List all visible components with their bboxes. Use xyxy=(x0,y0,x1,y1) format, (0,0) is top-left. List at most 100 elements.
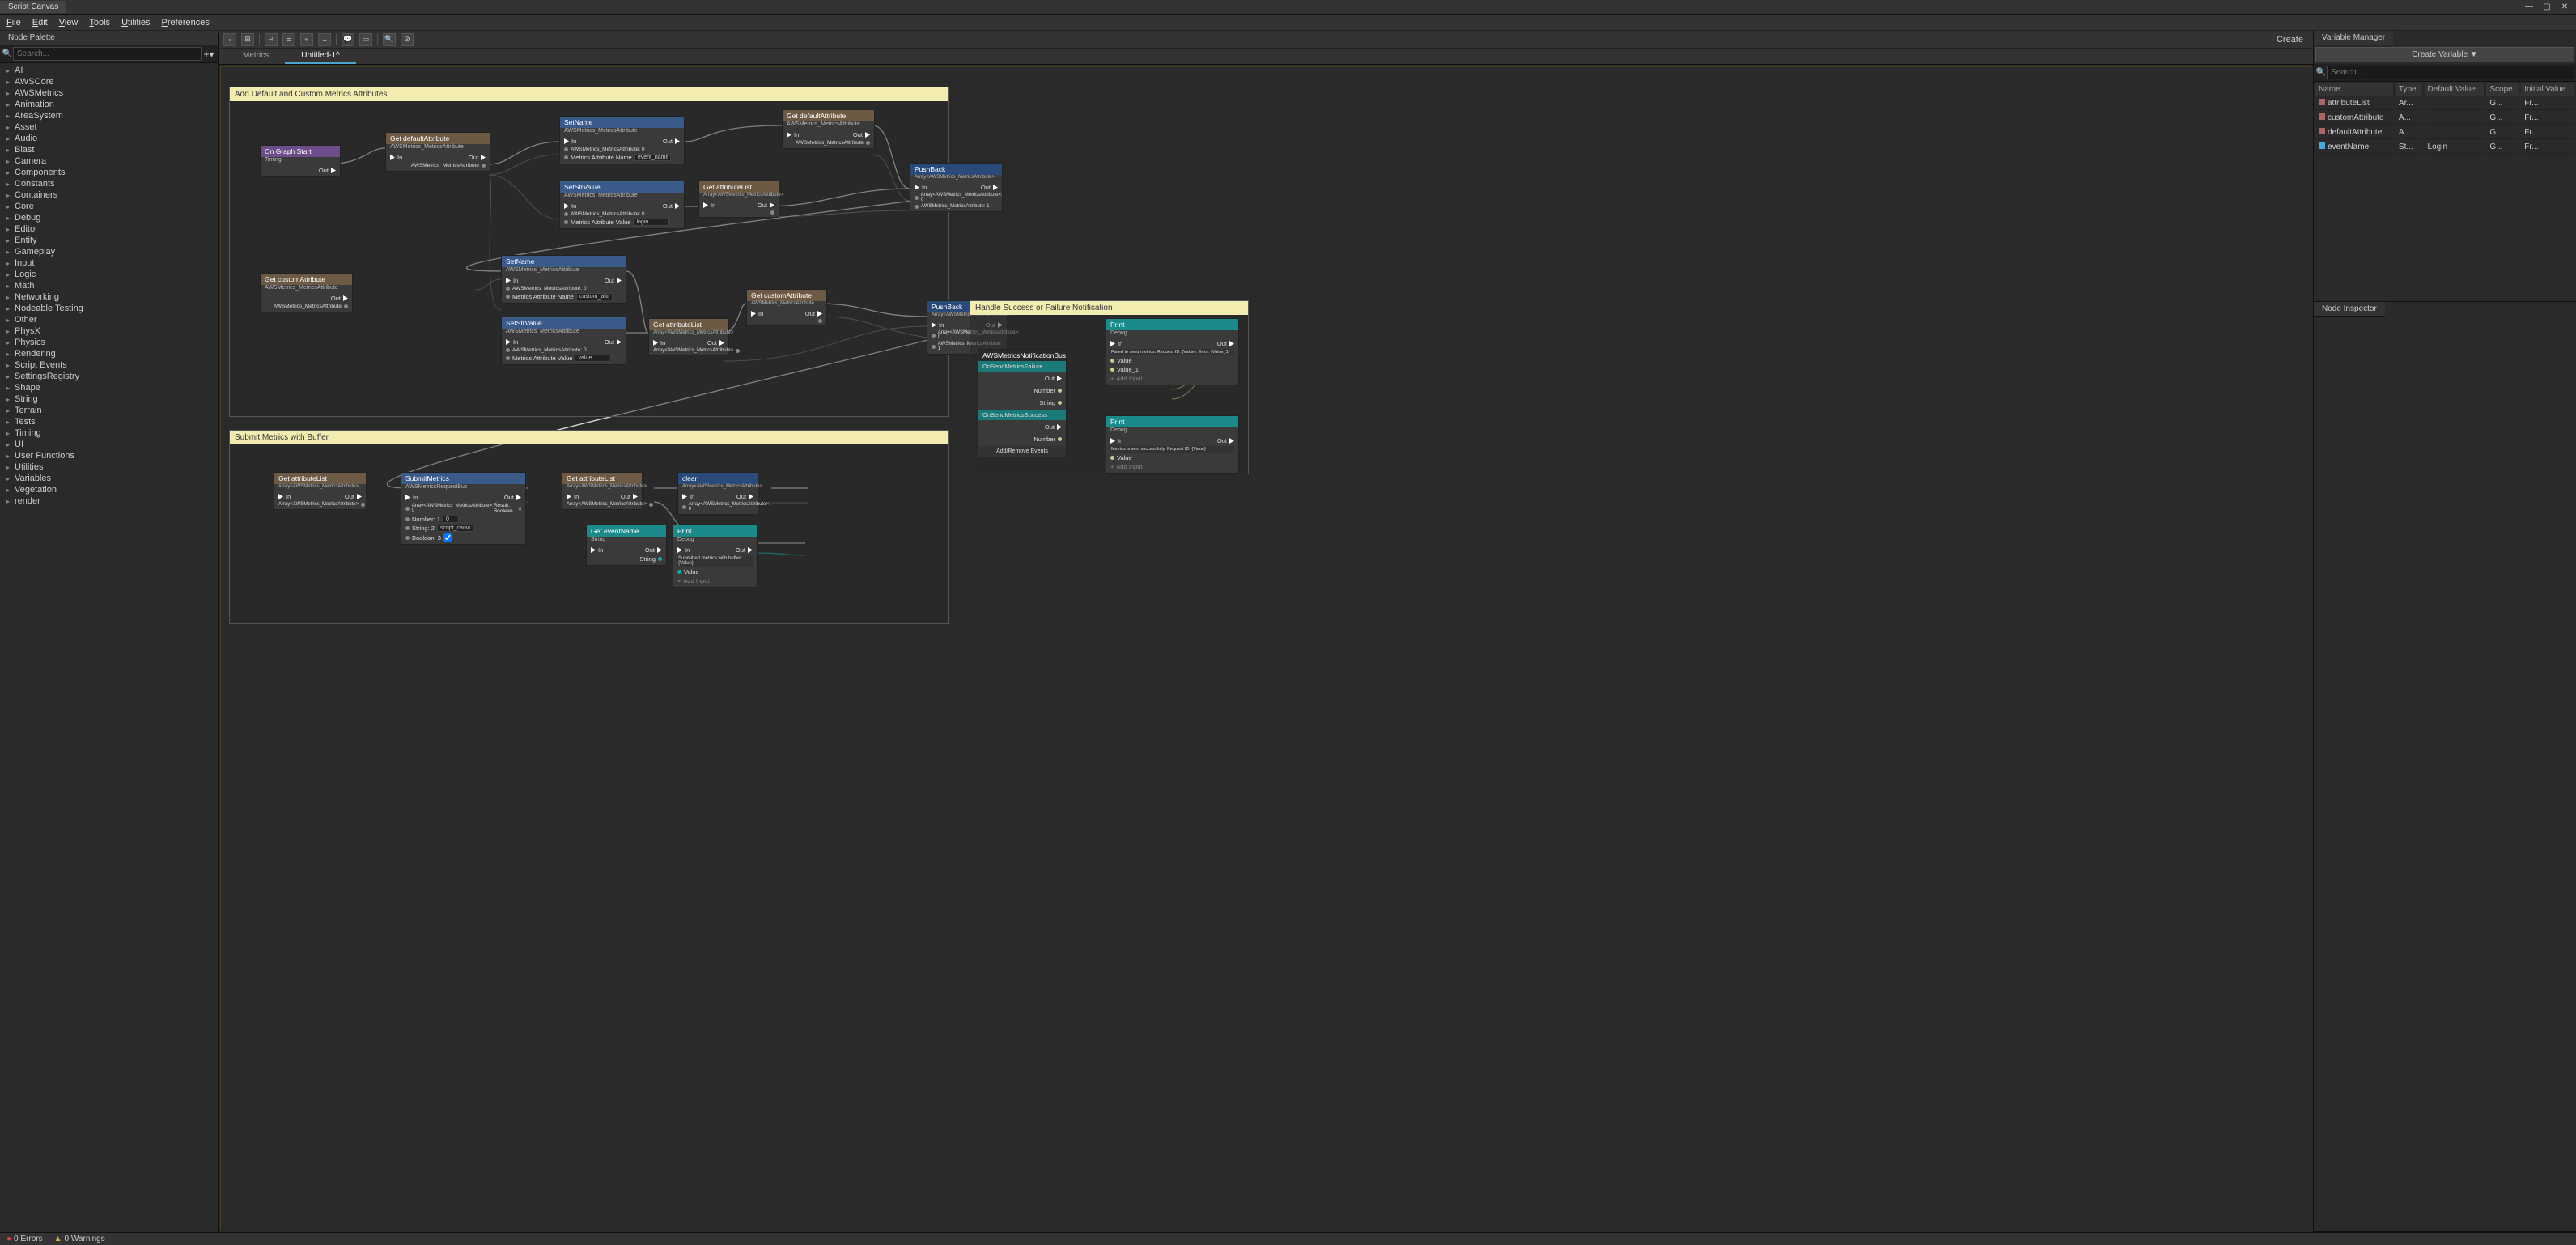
toolbtn-align-center[interactable]: ≡ xyxy=(282,33,295,46)
toolbtn-nosign[interactable]: ⊘ xyxy=(401,33,414,46)
menu-utilities[interactable]: Utilities xyxy=(121,18,150,28)
setstr1-value[interactable] xyxy=(633,219,669,226)
node-get-eventname[interactable]: Get eventName xyxy=(587,525,666,537)
group-header-1[interactable]: Add Default and Custom Metrics Attribute… xyxy=(230,87,948,101)
palette-category-editor[interactable]: ▸Editor xyxy=(0,223,218,235)
palette-category-components[interactable]: ▸Components xyxy=(0,167,218,178)
node-get-attrlist-2[interactable]: Get attributeList xyxy=(649,319,728,330)
toolbtn-group[interactable]: ▭ xyxy=(359,33,372,46)
palette-category-math[interactable]: ▸Math xyxy=(0,280,218,291)
palette-category-core[interactable]: ▸Core xyxy=(0,201,218,212)
toolbtn-align-top[interactable]: ⫠ xyxy=(318,33,331,46)
setstr2-value[interactable] xyxy=(575,355,611,362)
palette-category-nodeable-testing[interactable]: ▸Nodeable Testing xyxy=(0,303,218,314)
menu-edit[interactable]: Edit xyxy=(32,18,48,28)
setname1-value[interactable] xyxy=(634,154,671,161)
var-col-initial-value[interactable]: Initial Value xyxy=(2521,83,2574,96)
node-get-default-attribute-1[interactable]: Get defaultAttribute xyxy=(386,133,490,144)
node-palette-tab[interactable]: Node Palette xyxy=(0,31,218,45)
node-notification-bus[interactable]: AWSMetricsNotificationBus xyxy=(978,350,1066,361)
var-row-attributelist[interactable]: attributeListAr...G...Fr... xyxy=(2315,97,2574,110)
toolbtn-zoom[interactable]: 🔍 xyxy=(383,33,396,46)
menu-view[interactable]: View xyxy=(59,18,79,28)
palette-category-logic[interactable]: ▸Logic xyxy=(0,269,218,280)
group-header-2[interactable]: Submit Metrics with Buffer xyxy=(230,431,948,444)
palette-category-variables[interactable]: ▸Variables xyxy=(0,473,218,484)
toolbtn-1[interactable]: ▫ xyxy=(223,33,236,46)
palette-category-ai[interactable]: ▸AI xyxy=(0,65,218,76)
node-clear[interactable]: clear xyxy=(678,473,758,484)
menu-tools[interactable]: Tools xyxy=(89,18,110,28)
palette-category-user-functions[interactable]: ▸User Functions xyxy=(0,450,218,461)
var-row-customattribute[interactable]: customAttributeA...G...Fr... xyxy=(2315,112,2574,125)
palette-category-gameplay[interactable]: ▸Gameplay xyxy=(0,246,218,257)
node-inspector-tab[interactable]: Node Inspector xyxy=(2314,302,2385,317)
palette-category-constants[interactable]: ▸Constants xyxy=(0,178,218,189)
submit-bool[interactable] xyxy=(443,533,452,542)
node-get-custom-attribute-1[interactable]: Get customAttribute xyxy=(261,274,352,285)
node-print-1[interactable]: Print xyxy=(673,525,757,537)
add-remove-events[interactable]: Add/Remove Events xyxy=(978,446,1066,457)
create-button[interactable]: Create xyxy=(2272,33,2308,46)
variable-manager-tab[interactable]: Variable Manager xyxy=(2314,31,2393,45)
palette-category-shape[interactable]: ▸Shape xyxy=(0,382,218,393)
palette-add-button[interactable]: +▾ xyxy=(202,49,216,60)
palette-category-settingsregistry[interactable]: ▸SettingsRegistry xyxy=(0,371,218,382)
palette-category-render[interactable]: ▸render xyxy=(0,495,218,507)
palette-category-timing[interactable]: ▸Timing xyxy=(0,427,218,439)
doc-tab-untitled1[interactable]: Untitled-1^ xyxy=(285,49,356,64)
node-print-success[interactable]: Print xyxy=(1106,416,1238,427)
var-row-eventname[interactable]: eventNameSt...LoginG...Fr... xyxy=(2315,141,2574,154)
palette-category-areasystem[interactable]: ▸AreaSystem xyxy=(0,110,218,121)
palette-category-animation[interactable]: ▸Animation xyxy=(0,99,218,110)
palette-category-awscore[interactable]: ▸AWSCore xyxy=(0,76,218,87)
palette-search-input[interactable] xyxy=(13,47,202,61)
palette-category-utilities[interactable]: ▸Utilities xyxy=(0,461,218,473)
palette-category-entity[interactable]: ▸Entity xyxy=(0,235,218,246)
palette-category-tests[interactable]: ▸Tests xyxy=(0,416,218,427)
palette-category-asset[interactable]: ▸Asset xyxy=(0,121,218,133)
var-col-type[interactable]: Type xyxy=(2396,83,2423,96)
var-col-default-value[interactable]: Default Value xyxy=(2425,83,2485,96)
node-setname-1[interactable]: SetName xyxy=(560,117,684,128)
var-col-name[interactable]: Name xyxy=(2315,83,2394,96)
palette-category-rendering[interactable]: ▸Rendering xyxy=(0,348,218,359)
node-setstrvalue-2[interactable]: SetStrValue xyxy=(502,317,626,329)
node-setname-2[interactable]: SetName xyxy=(502,256,626,267)
toolbtn-align-right[interactable]: ⫟ xyxy=(300,33,313,46)
submit-string[interactable] xyxy=(437,525,473,532)
node-get-default-attribute-2[interactable]: Get defaultAttribute xyxy=(783,110,874,121)
node-pushback-1[interactable]: PushBack xyxy=(910,164,1002,175)
palette-category-awsmetrics[interactable]: ▸AWSMetrics xyxy=(0,87,218,99)
node-print-failure[interactable]: Print xyxy=(1106,319,1238,330)
setname2-value[interactable] xyxy=(576,293,613,300)
menu-file[interactable]: File xyxy=(6,18,21,28)
palette-category-physics[interactable]: ▸Physics xyxy=(0,337,218,348)
palette-category-ui[interactable]: ▸UI xyxy=(0,439,218,450)
doc-tab-metrics[interactable]: Metrics xyxy=(227,49,285,64)
varmgr-search-input[interactable] xyxy=(2327,66,2574,79)
palette-category-input[interactable]: ▸Input xyxy=(0,257,218,269)
palette-category-audio[interactable]: ▸Audio xyxy=(0,133,218,144)
node-get-attrlist-3[interactable]: Get attributeList xyxy=(274,473,366,484)
window-minimize[interactable]: — xyxy=(2523,2,2536,13)
palette-category-vegetation[interactable]: ▸Vegetation xyxy=(0,484,218,495)
node-get-attrlist-1[interactable]: Get attributeList xyxy=(699,181,779,193)
toolbtn-2[interactable]: ⊞ xyxy=(241,33,254,46)
palette-category-containers[interactable]: ▸Containers xyxy=(0,189,218,201)
palette-category-script-events[interactable]: ▸Script Events xyxy=(0,359,218,371)
var-row-defaultattribute[interactable]: defaultAttributeA...G...Fr... xyxy=(2315,126,2574,139)
group-header-3[interactable]: Handle Success or Failure Notification xyxy=(970,301,1248,315)
toolbtn-comment[interactable]: 💬 xyxy=(342,33,354,46)
var-col-scope[interactable]: Scope xyxy=(2486,83,2519,96)
submit-number[interactable] xyxy=(443,516,459,523)
palette-category-blast[interactable]: ▸Blast xyxy=(0,144,218,155)
status-warnings[interactable]: 0 Warnings xyxy=(54,1234,105,1243)
node-get-custom-attribute-2[interactable]: Get customAttribute xyxy=(747,290,826,301)
graph-canvas[interactable]: Add Default and Custom Metrics Attribute… xyxy=(220,66,2311,1230)
node-get-attrlist-4[interactable]: Get attributeList xyxy=(562,473,642,484)
palette-category-physx[interactable]: ▸PhysX xyxy=(0,325,218,337)
node-setstrvalue-1[interactable]: SetStrValue xyxy=(560,181,684,193)
palette-category-debug[interactable]: ▸Debug xyxy=(0,212,218,223)
toolbtn-align-left[interactable]: ⫞ xyxy=(265,33,278,46)
